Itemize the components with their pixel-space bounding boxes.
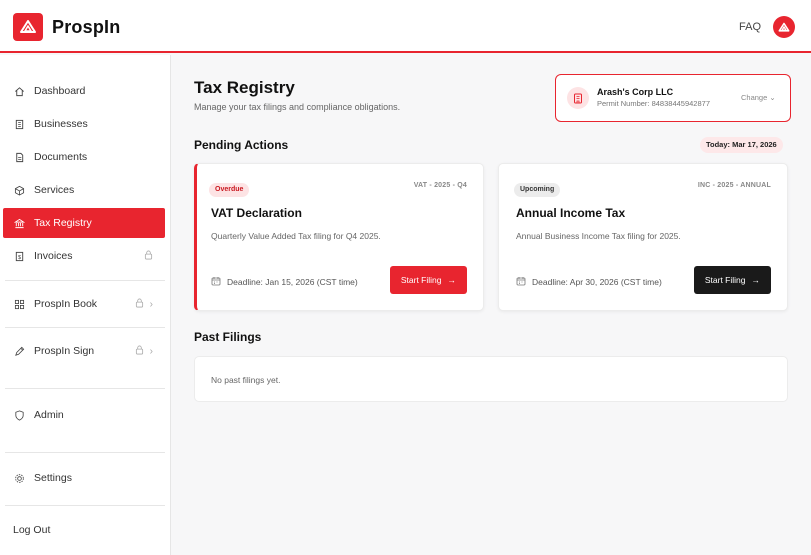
sidebar-item-documents[interactable]: Documents [0, 142, 165, 172]
start-filing-button[interactable]: Start Filing → [389, 266, 467, 294]
filing-title: VAT Declaration [211, 206, 302, 220]
sidebar-item-label: Settings [34, 472, 72, 484]
home-icon [13, 85, 25, 97]
sidebar-item-dashboard[interactable]: Dashboard [0, 76, 165, 106]
filing-description: Annual Business Income Tax filing for 20… [516, 231, 681, 241]
change-company-button[interactable]: Change ⌄ [741, 93, 776, 102]
svg-text:$: $ [17, 254, 20, 260]
sidebar-item-settings[interactable]: Settings [0, 463, 165, 493]
deadline-text: Deadline: Apr 30, 2026 (CST time) [532, 277, 662, 287]
logo-icon[interactable] [13, 13, 43, 41]
chevron-down-icon: ⌄ [769, 93, 776, 102]
company-selector[interactable]: Arash's Corp LLC Permit Number: 84838445… [555, 74, 791, 122]
invoice-icon: $ [13, 250, 25, 262]
filing-code: INC - 2025 - ANNUAL [697, 182, 771, 189]
sidebar: Dashboard Businesses Documents Services … [0, 55, 171, 555]
faq-link[interactable]: FAQ [739, 21, 761, 33]
sidebar-item-businesses[interactable]: Businesses [0, 109, 165, 139]
lock-icon [135, 345, 144, 358]
sidebar-item-label: Services [34, 184, 75, 196]
sidebar-item-label: Businesses [34, 118, 88, 130]
filing-card-vat: Overdue VAT - 2025 - Q4 VAT Declaration … [194, 163, 484, 311]
status-badge: Overdue [209, 183, 250, 197]
sidebar-item-label: ProspIn Book [34, 298, 98, 310]
button-label: Start Filing [704, 275, 746, 285]
sidebar-item-services[interactable]: Services [0, 175, 165, 205]
lock-icon [135, 298, 144, 311]
sidebar-item-label: Admin [34, 409, 64, 421]
sidebar-item-label: Invoices [34, 250, 73, 262]
sidebar-item-label: ProspIn Sign [34, 345, 95, 357]
filing-description: Quarterly Value Added Tax filing for Q4 … [211, 231, 381, 241]
sidebar-item-admin[interactable]: Admin [0, 400, 165, 430]
sidebar-divider [5, 280, 165, 281]
building-icon [567, 87, 589, 109]
arrow-right-icon: → [447, 275, 457, 285]
sidebar-divider [5, 327, 165, 328]
sidebar-item-tax-registry[interactable]: Tax Registry [3, 208, 165, 238]
chevron-right-icon: › [149, 299, 153, 310]
permit-number: Permit Number: 84838445942877 [597, 99, 710, 108]
document-icon [13, 151, 25, 163]
lock-icon [144, 250, 153, 263]
calendar-icon [516, 276, 526, 288]
filing-code: VAT - 2025 - Q4 [413, 182, 467, 189]
logout-link[interactable]: Log Out [13, 524, 50, 536]
brand-name[interactable]: ProspIn [52, 17, 120, 38]
today-badge: Today: Mar 17, 2026 [700, 137, 783, 153]
past-filings-title: Past Filings [194, 330, 262, 344]
cube-icon [13, 184, 25, 196]
page-title: Tax Registry [194, 78, 295, 97]
page-subtitle: Manage your tax filings and compliance o… [194, 102, 401, 112]
sidebar-item-label: Dashboard [34, 85, 86, 97]
filing-title: Annual Income Tax [516, 206, 626, 220]
company-name: Arash's Corp LLC [597, 87, 674, 97]
arrow-right-icon: → [751, 275, 761, 285]
user-avatar-icon[interactable] [773, 16, 795, 38]
past-filings-list: No past filings yet. [194, 356, 788, 402]
filing-card-income: Upcoming INC - 2025 - ANNUAL Annual Inco… [498, 163, 788, 311]
shield-icon [13, 409, 25, 421]
filing-deadline: Deadline: Jan 15, 2026 (CST time) [211, 276, 358, 288]
gear-icon [13, 472, 25, 484]
sidebar-item-label: Documents [34, 151, 88, 163]
top-header: ProspIn FAQ [0, 0, 811, 53]
bank-icon [13, 217, 25, 229]
pen-icon [13, 345, 25, 357]
sidebar-item-prospin-sign[interactable]: ProspIn Sign › [0, 336, 165, 366]
grid-icon [13, 298, 25, 310]
calendar-icon [211, 276, 221, 288]
building-icon [13, 118, 25, 130]
sidebar-divider [5, 505, 165, 506]
sidebar-divider [5, 388, 165, 389]
button-label: Start Filing [400, 275, 442, 285]
sidebar-divider [5, 452, 165, 453]
sidebar-item-label: Tax Registry [34, 217, 92, 229]
sidebar-item-prospin-book[interactable]: ProspIn Book › [0, 289, 165, 319]
start-filing-button[interactable]: Start Filing → [693, 266, 771, 294]
pending-actions-title: Pending Actions [194, 138, 289, 152]
status-badge: Upcoming [514, 183, 561, 197]
filing-deadline: Deadline: Apr 30, 2026 (CST time) [516, 276, 662, 288]
deadline-text: Deadline: Jan 15, 2026 (CST time) [227, 277, 358, 287]
sidebar-item-invoices[interactable]: $ Invoices [0, 241, 165, 271]
empty-state-text: No past filings yet. [211, 375, 281, 385]
chevron-right-icon: › [149, 346, 153, 357]
change-label: Change [741, 93, 768, 102]
